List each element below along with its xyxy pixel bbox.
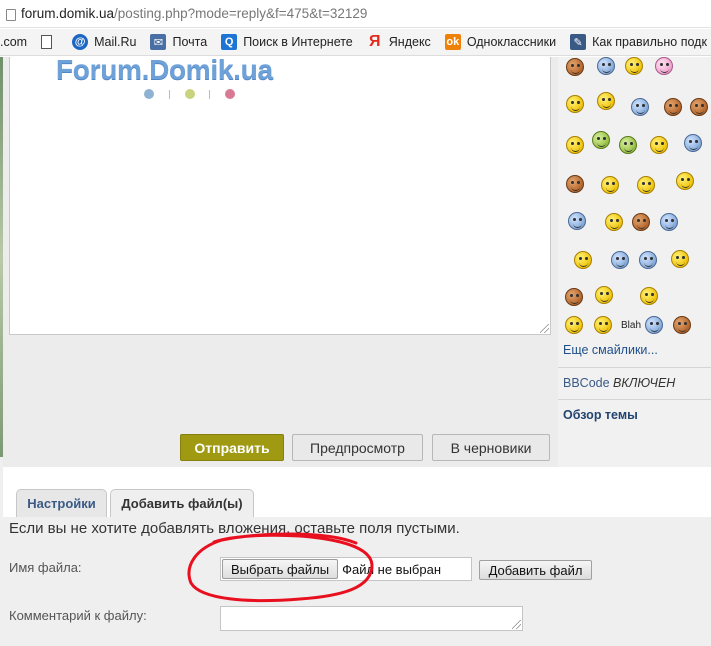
- file-comment-textarea[interactable]: [220, 606, 523, 631]
- logo-separator: [209, 90, 210, 99]
- smiley-icon[interactable]: [619, 136, 637, 154]
- add-file-button[interactable]: Добавить файл: [479, 560, 592, 580]
- message-textarea[interactable]: [9, 57, 551, 335]
- bookmark-search[interactable]: Q Поиск в Интернете: [221, 34, 353, 50]
- bookmark-label: Одноклассники: [466, 35, 557, 49]
- bbcode-state: ВКЛЮЧЕН: [613, 376, 676, 390]
- sidebar-divider: [558, 399, 711, 400]
- submit-button[interactable]: Отправить: [180, 434, 284, 461]
- smiley-icon[interactable]: [594, 316, 612, 334]
- smiley-icon[interactable]: [568, 212, 586, 230]
- file-comment-label: Комментарий к файлу:: [9, 608, 147, 623]
- smiley-icon[interactable]: [645, 316, 663, 334]
- page-icon: [41, 35, 53, 49]
- tab-attach-files[interactable]: Добавить файл(ы): [110, 489, 254, 517]
- resize-handle-icon[interactable]: [512, 620, 521, 629]
- bookmark-page[interactable]: [41, 35, 58, 49]
- smiley-icon[interactable]: [684, 134, 702, 152]
- search-icon: Q: [221, 34, 238, 50]
- bookmark-label: .com: [0, 35, 28, 49]
- smiley-icon[interactable]: [566, 58, 584, 76]
- smiley-icon[interactable]: [625, 57, 643, 75]
- bookmark-yandex[interactable]: Я Яндекс: [367, 33, 431, 50]
- smiley-icon[interactable]: [655, 57, 673, 75]
- mailru-icon: @: [72, 34, 89, 50]
- logo-separator: [169, 90, 170, 99]
- bookmark-label: Mail.Ru: [94, 35, 137, 49]
- bookmark-pochta[interactable]: ✉ Почта: [150, 34, 207, 50]
- site-logo[interactable]: Forum.Domik.ua: [56, 54, 273, 86]
- smiley-icon[interactable]: [631, 98, 649, 116]
- bookmark-label: Поиск в Интернете: [243, 35, 353, 49]
- attachments-notice: Если вы не хотите добавлять вложения, ос…: [9, 520, 460, 537]
- smiley-icon[interactable]: [566, 95, 584, 113]
- bbcode-link[interactable]: BBCode: [563, 376, 610, 390]
- smiley-icon[interactable]: [565, 288, 583, 306]
- bookmark-how[interactable]: ✎ Как правильно подк: [570, 34, 707, 50]
- resize-handle-icon[interactable]: [540, 324, 549, 333]
- choose-files-button[interactable]: Выбрать файлы: [222, 559, 339, 579]
- url-path: /posting.php?mode=reply&f=475&t=32129: [114, 6, 368, 21]
- bookmark-label: Яндекс: [388, 35, 431, 49]
- file-status: Файл не выбран: [342, 561, 442, 577]
- smiley-icon[interactable]: [566, 136, 584, 154]
- bbcode-status[interactable]: BBCode ВКЛЮЧЕН: [563, 376, 675, 390]
- file-input[interactable]: Выбрать файлы Файл не выбран: [220, 557, 472, 581]
- topic-overview-link[interactable]: Обзор темы: [563, 408, 638, 422]
- smiley-icon[interactable]: [597, 57, 615, 75]
- logo-dot-icon: [225, 89, 235, 99]
- logo-dots: [144, 88, 244, 100]
- sidebar-divider: [558, 367, 711, 368]
- preview-button[interactable]: Предпросмотр: [292, 434, 423, 461]
- bookmark-com[interactable]: .com: [0, 35, 27, 49]
- url-host: forum.domik.ua: [21, 6, 115, 21]
- more-smilies-link[interactable]: Еще смайлики...: [563, 343, 658, 357]
- smiley-icon[interactable]: [632, 213, 650, 231]
- smiley-icon[interactable]: [640, 287, 658, 305]
- tab-settings[interactable]: Настройки: [16, 489, 107, 517]
- logo-dot-icon: [185, 89, 195, 99]
- smiley-icon[interactable]: [690, 98, 708, 116]
- bookmark-mailru[interactable]: @ Mail.Ru: [72, 34, 136, 50]
- yandex-icon: Я: [369, 33, 381, 50]
- mail-icon: ✉: [150, 34, 167, 50]
- smiley-icon[interactable]: [611, 251, 629, 269]
- bookmark-label: Почта: [172, 35, 208, 49]
- smiley-icon[interactable]: [664, 98, 682, 116]
- smiley-icon[interactable]: [639, 251, 657, 269]
- smiley-icon[interactable]: [637, 176, 655, 194]
- smiley-icon[interactable]: [650, 136, 668, 154]
- bookmark-label: Как правильно подк: [592, 35, 707, 49]
- smiley-icon[interactable]: [676, 172, 694, 190]
- filename-label: Имя файла:: [9, 560, 82, 575]
- page-icon: ✎: [570, 34, 587, 50]
- smiley-icon[interactable]: [592, 131, 610, 149]
- smiley-icon[interactable]: [566, 175, 584, 193]
- smiley-icon[interactable]: [601, 176, 619, 194]
- smiley-icon[interactable]: [565, 316, 583, 334]
- smiley-icon[interactable]: [597, 92, 615, 110]
- smiley-icon[interactable]: [605, 213, 623, 231]
- address-bar[interactable]: forum.domik.ua/posting.php?mode=reply&f=…: [0, 0, 711, 28]
- blah-smiley-label[interactable]: Blah: [621, 320, 641, 331]
- smiley-icon[interactable]: [660, 213, 678, 231]
- logo-dot-icon: [144, 89, 154, 99]
- smiley-icon[interactable]: [671, 250, 689, 268]
- bookmark-ok[interactable]: ok Одноклассники: [444, 34, 557, 50]
- ok-icon: ok: [444, 34, 461, 50]
- smiley-icon[interactable]: [595, 286, 613, 304]
- page-info-icon[interactable]: [6, 8, 16, 21]
- smiley-icon[interactable]: [673, 316, 691, 334]
- save-draft-button[interactable]: В черновики: [432, 434, 550, 461]
- smiley-icon[interactable]: [574, 251, 592, 269]
- bookmarks-bar: .com @ Mail.Ru ✉ Почта Q Поиск в Интерне…: [0, 29, 711, 56]
